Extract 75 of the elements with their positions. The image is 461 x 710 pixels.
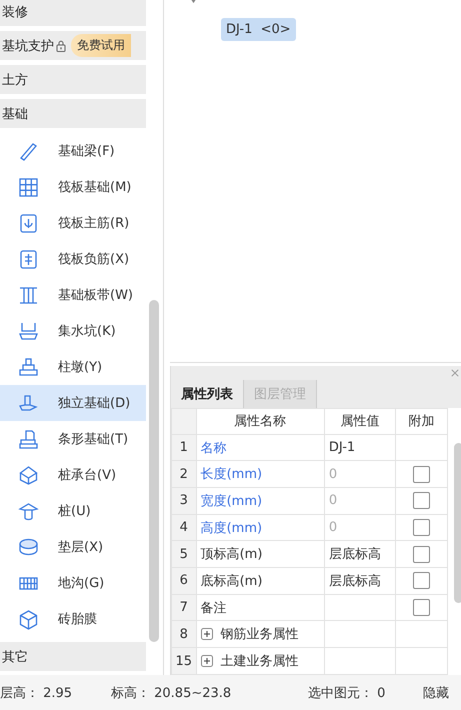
category-label: 装修: [2, 4, 28, 20]
property-group: 钢筋业务属性: [220, 625, 299, 644]
grid-icon: [18, 176, 39, 198]
sidebar-item[interactable]: 基础梁(F): [0, 133, 146, 169]
checkbox[interactable]: [412, 572, 430, 590]
category-header[interactable]: 基础: [0, 99, 146, 128]
sidebar-item[interactable]: 集水坑(K): [0, 313, 146, 349]
row-number: 1: [172, 434, 196, 461]
strip-icon: [18, 284, 39, 306]
row-number: 7: [172, 594, 196, 621]
status-text: 隐藏: [423, 684, 449, 702]
scrollbar[interactable]: [454, 443, 461, 603]
property-name: 名称: [200, 440, 227, 456]
row-number: 6: [172, 568, 196, 594]
checkbox[interactable]: [412, 466, 430, 483]
sidebar-item[interactable]: 桩(U): [0, 493, 146, 529]
column-header: 属性值: [324, 408, 396, 434]
sidebar-item[interactable]: 垫层(X): [0, 529, 146, 565]
sidebar-item[interactable]: 条形基础(T): [0, 421, 146, 457]
sidebar-item[interactable]: 柱墩(Y): [0, 349, 146, 385]
expand-icon[interactable]: [200, 628, 213, 640]
property-group: 土建业务属性: [220, 652, 299, 670]
row-number: 3: [172, 488, 196, 514]
sidebar-item[interactable]: 独立基础(D): [0, 385, 146, 421]
category-header[interactable]: 土方: [0, 65, 146, 94]
pit-icon: [18, 320, 39, 342]
category-label: 其它: [2, 648, 28, 666]
footing-icon: [18, 428, 39, 450]
cube-icon: [18, 608, 39, 630]
status-text: 选中图元： 0: [308, 684, 386, 702]
status-text: 标高： 20.85~23.8: [111, 684, 232, 702]
column-header: 附加: [395, 408, 448, 434]
row-number: 5: [172, 540, 196, 568]
checkbox[interactable]: [412, 599, 430, 616]
sidebar-item[interactable]: 基础板带(W): [0, 277, 146, 313]
sidebar-item[interactable]: 筏板负筋(X): [0, 241, 146, 277]
pile-icon: [18, 500, 39, 522]
property-name: 高度(mm): [200, 520, 262, 536]
expand-icon[interactable]: [200, 655, 213, 668]
checkbox[interactable]: [412, 492, 430, 510]
sidebar-item[interactable]: 筏板主筋(R): [0, 205, 146, 241]
category-header[interactable]: 基坑支护 免费试用: [0, 31, 146, 60]
row-number: 15: [172, 648, 196, 674]
checkbox[interactable]: [412, 546, 430, 563]
property-name: 备注: [200, 600, 227, 616]
sidebar-item[interactable]: 筏板基础(M): [0, 169, 146, 205]
column-header: 属性名称: [196, 408, 324, 434]
tree-node[interactable]: DJ-1 <0>: [221, 18, 296, 41]
footing-icon: [18, 392, 39, 414]
category-header[interactable]: 装修: [0, 0, 146, 26]
category-label: 土方: [2, 72, 28, 88]
scrollbar[interactable]: [149, 300, 159, 642]
rebar-icon: [18, 248, 39, 270]
property-name: 长度(mm): [200, 467, 262, 482]
category-header[interactable]: 其它: [0, 642, 146, 671]
status-text: 层高： 2.95: [0, 684, 74, 702]
property-name: 宽度(mm): [200, 494, 262, 509]
property-name: 底标高(m): [200, 574, 262, 589]
property-name: 顶标高(m): [200, 547, 262, 562]
category-label: 基础: [2, 106, 28, 122]
checkbox[interactable]: [412, 519, 430, 536]
beam-icon: [18, 140, 39, 162]
row-number: 2: [172, 460, 196, 488]
row-number: 4: [172, 514, 196, 541]
pier-icon: [18, 356, 39, 378]
sidebar-item[interactable]: 桩承台(V): [0, 457, 146, 493]
rebar-icon: [18, 212, 39, 234]
close-icon[interactable]: [451, 369, 459, 377]
category-label: 基坑支护: [2, 38, 54, 54]
disc-icon: [18, 536, 39, 558]
trial-badge[interactable]: 免费试用: [71, 34, 131, 57]
row-number: 8: [172, 620, 196, 648]
sidebar-item[interactable]: 砖胎膜: [0, 601, 146, 637]
sidebar-item[interactable]: 地沟(G): [0, 565, 146, 601]
cap-icon: [18, 464, 39, 486]
